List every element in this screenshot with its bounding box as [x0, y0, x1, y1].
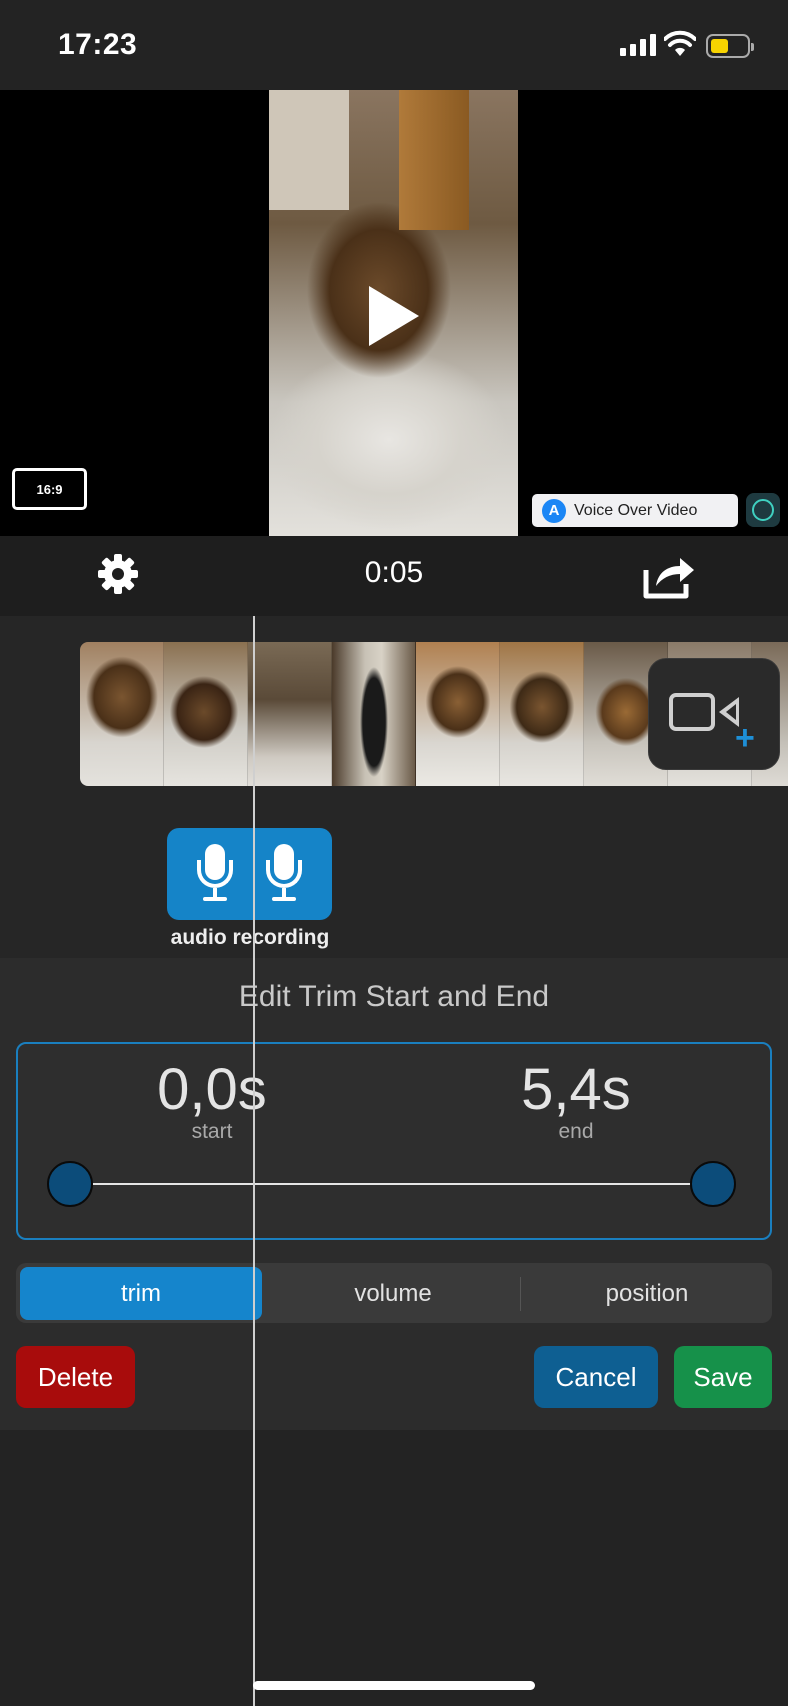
status-time: 17:23 — [58, 28, 138, 61]
clip-thumbnail — [332, 642, 416, 786]
home-indicator[interactable] — [253, 1681, 535, 1690]
audio-clip-label: audio recording — [170, 926, 330, 949]
delete-button[interactable]: Delete — [16, 1346, 135, 1408]
tab-trim[interactable]: trim — [20, 1267, 262, 1320]
panel-title: Edit Trim Start and End — [238, 980, 550, 1013]
playhead[interactable] — [253, 616, 255, 1706]
cancel-button[interactable]: Cancel — [534, 1346, 658, 1408]
aspect-ratio-button[interactable]: 16:9 — [12, 468, 87, 510]
trim-start-handle[interactable] — [47, 1161, 93, 1207]
ad-app-icon[interactable] — [746, 493, 780, 527]
app-store-icon: A — [542, 498, 566, 523]
trim-end-value: 5,4s — [521, 1057, 631, 1122]
trim-start-value: 0,0s — [157, 1057, 267, 1122]
play-icon[interactable] — [369, 286, 419, 346]
tab-volume[interactable]: volume — [266, 1267, 520, 1320]
microphone-icon — [195, 844, 235, 904]
battery-icon — [706, 34, 754, 58]
clip-thumbnail — [164, 642, 248, 786]
clip-thumbnail — [248, 642, 332, 786]
audio-clip[interactable] — [167, 828, 332, 920]
tab-divider — [520, 1277, 521, 1311]
clip-thumbnail — [416, 642, 500, 786]
wifi-icon — [664, 30, 696, 56]
trim-slider-track[interactable] — [70, 1183, 714, 1185]
trim-start-label: start — [191, 1120, 233, 1143]
tab-position[interactable]: position — [524, 1267, 770, 1320]
clip-thumbnail — [80, 642, 164, 786]
save-button[interactable]: Save — [674, 1346, 772, 1408]
trim-end-handle[interactable] — [690, 1161, 736, 1207]
clip-thumbnail — [500, 642, 584, 786]
share-icon[interactable] — [640, 548, 696, 600]
add-video-button[interactable]: + — [648, 658, 780, 770]
add-video-icon — [669, 693, 715, 731]
microphone-icon — [264, 844, 304, 904]
trim-end-label: end — [558, 1120, 594, 1143]
ad-banner[interactable]: A Voice Over Video — [532, 494, 738, 527]
cellular-signal-icon — [620, 34, 656, 56]
ad-label: Voice Over Video — [574, 501, 698, 519]
